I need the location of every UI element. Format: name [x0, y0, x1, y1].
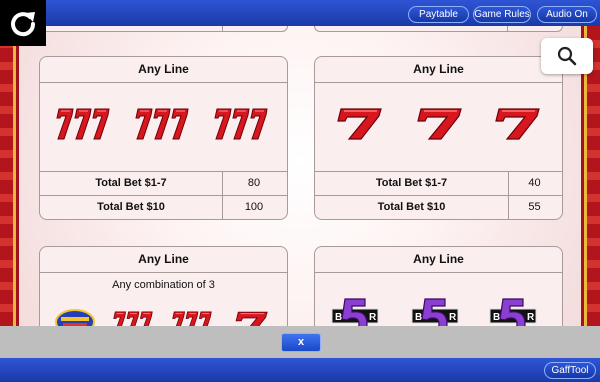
symbol-row: [40, 83, 287, 171]
game-rules-button[interactable]: Game Rules: [473, 6, 531, 23]
wheel-of-fortune-logo-icon: [55, 309, 95, 326]
triple-seven-icon: [56, 107, 110, 141]
triple-seven-icon: [135, 107, 189, 141]
previous-card-bottom: [314, 26, 563, 32]
triple-seven-icon: [113, 309, 153, 326]
payout-value: 40: [528, 177, 541, 189]
bar-five-icon: [411, 297, 459, 326]
refresh-icon: [11, 12, 36, 37]
refresh-button[interactable]: [0, 0, 46, 46]
bar-five-icon: [331, 297, 379, 326]
paytable-card: Any Line: [314, 246, 563, 326]
symbol-row: [315, 83, 562, 171]
card-title: Any Line: [315, 247, 562, 273]
paytable-panel: Any Line Total Bet $1-7 80 Total Bet $10…: [0, 26, 600, 326]
card-title: Any Line: [40, 57, 287, 83]
card-subtitle: Any combination of 3: [112, 279, 215, 291]
triple-seven-icon: [172, 309, 212, 326]
bar-five-icon: [489, 297, 537, 326]
payout-label: Total Bet $10: [315, 196, 509, 219]
payout-value: 80: [247, 177, 261, 189]
single-seven-icon: [234, 309, 270, 326]
payout-row: Total Bet $10 100: [40, 195, 287, 219]
payout-label: Total Bet $1-7: [315, 172, 509, 195]
card-title: Any Line: [40, 247, 287, 273]
gafftool-button[interactable]: GaffTool: [544, 362, 596, 379]
left-marquee-border: [0, 26, 16, 326]
single-seven-icon: [335, 107, 385, 141]
search-button[interactable]: [541, 38, 593, 74]
bottom-toolbar: GaffTool: [0, 358, 600, 382]
payout-row: Total Bet $1-7 80: [40, 171, 287, 195]
search-icon: [557, 46, 577, 66]
payout-label: Total Bet $10: [40, 196, 223, 219]
paytable-card: Any Line Any combination of 3: [39, 246, 288, 326]
payout-value: 55: [528, 201, 541, 213]
card-title: Any Line: [315, 57, 562, 83]
triple-seven-icon: [214, 107, 268, 141]
payout-row: Total Bet $1-7 40: [315, 171, 562, 195]
previous-card-bottom: [39, 26, 288, 32]
single-seven-icon: [493, 107, 543, 141]
single-seven-icon: [415, 107, 465, 141]
audio-toggle-button[interactable]: Audio On: [537, 6, 597, 23]
payout-value: 100: [244, 201, 264, 213]
paytable-button[interactable]: Paytable: [408, 6, 469, 23]
paytable-card: Any Line Total Bet $1-7 40 Total Bet $10…: [314, 56, 563, 220]
paytable-close-bar: x: [0, 326, 600, 358]
paytable-card: Any Line Total Bet $1-7 80 Total Bet $10…: [39, 56, 288, 220]
payout-label: Total Bet $1-7: [40, 172, 223, 195]
top-toolbar: Paytable Game Rules Audio On: [0, 0, 600, 26]
payout-row: Total Bet $10 55: [315, 195, 562, 219]
close-paytable-button[interactable]: x: [281, 333, 321, 352]
